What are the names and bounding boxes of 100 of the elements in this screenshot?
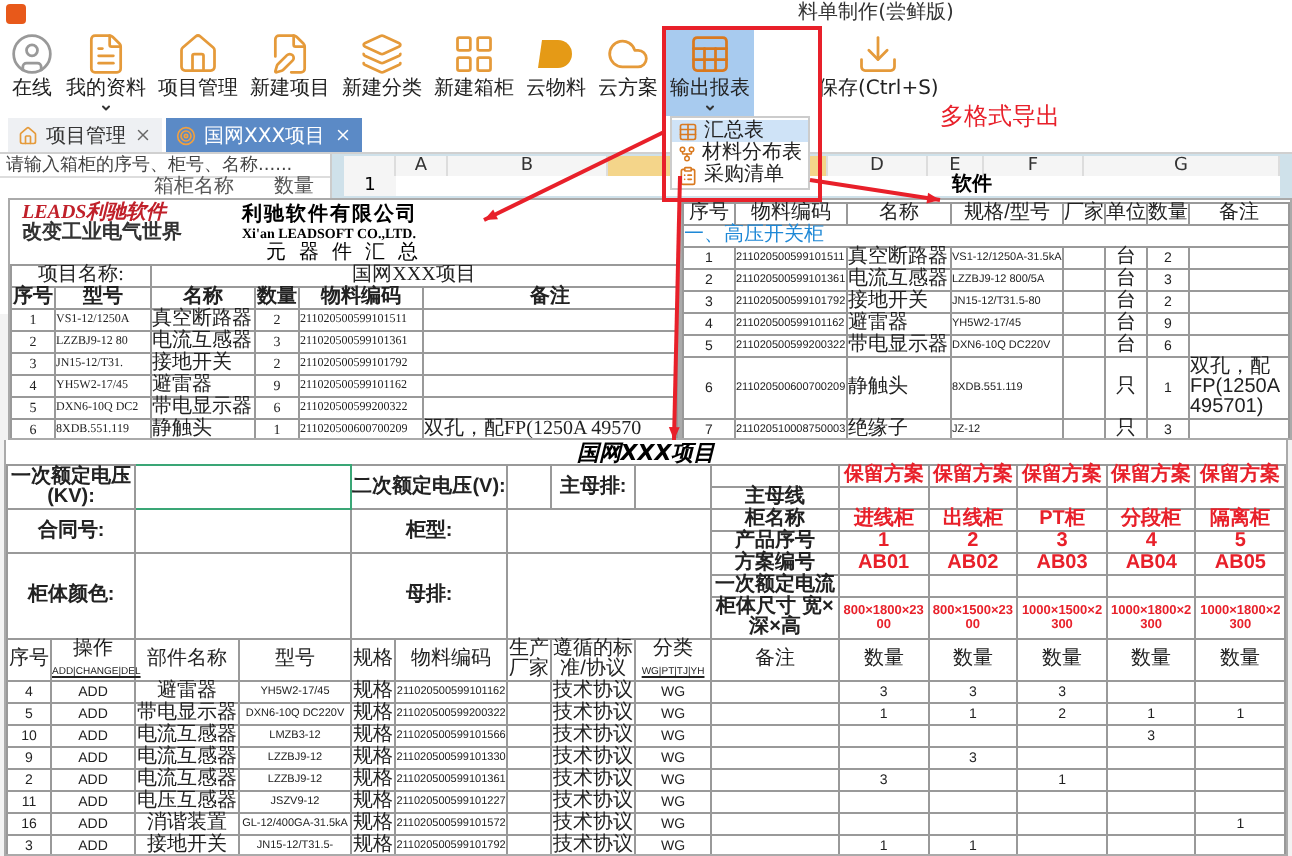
section-label: 一、高压开关柜 (683, 225, 1289, 247)
table-cell: 带电显示器 (847, 335, 951, 357)
column-header: 数量 (928, 639, 1018, 681)
file-edit-icon (268, 32, 312, 76)
table-cell: 保留方案 (1017, 465, 1107, 487)
table-cell: 保留方案 (839, 465, 929, 487)
table-cell: 规格 (351, 791, 396, 813)
column-header: 数量 (1017, 639, 1107, 681)
table-cell: 带电显示器 (135, 703, 240, 725)
table-cell: 分段柜 (1106, 509, 1196, 531)
field-label: 二次额定电压(V): (351, 465, 508, 509)
table-cell: 电流互感器 (135, 725, 240, 747)
toolbar-button[interactable]: 云方案 (594, 28, 662, 116)
table-cell: 保留方案 (1106, 465, 1196, 487)
toolbar-button[interactable]: 云物料 (522, 28, 590, 116)
toolbar-button[interactable]: 新建箱柜 (430, 28, 518, 116)
column-header: 型号 (55, 287, 151, 309)
table-cell: 项目名称: (11, 265, 151, 287)
table-cell: 接地开关 (847, 291, 951, 313)
column-header: 备注 (1189, 203, 1289, 225)
column-header: 备注 (711, 639, 840, 681)
column-header: 箱柜名称 (152, 178, 236, 198)
tab[interactable]: 国网XXX项目 (166, 118, 362, 152)
row-label: 柜名称 (711, 509, 840, 531)
annotation-text: 多格式导出 (940, 100, 1060, 134)
table-cell: 电流互感器 (151, 331, 255, 353)
column-header: 备注 (423, 287, 677, 309)
table-cell: 规格 (351, 813, 396, 835)
table-cell: 电流互感器 (135, 769, 240, 791)
field-label: 合同号: (7, 509, 136, 553)
toolbar-button[interactable]: 我的资料 (62, 28, 150, 116)
table-cell: 保留方案 (928, 465, 1018, 487)
clipboard-icon (678, 165, 698, 185)
app-icon (6, 4, 26, 24)
table-cell: 技术协议 (551, 681, 636, 703)
table-cell: 保留方案 (1195, 465, 1285, 487)
table-cell: 规格 (351, 703, 396, 725)
branch-icon (678, 143, 696, 163)
close-icon[interactable] (134, 126, 152, 144)
toolbar-button[interactable]: 输出报表 (666, 28, 754, 116)
field-label: 主母排: (551, 465, 636, 509)
table-cell: 技术协议 (551, 725, 636, 747)
download-icon (856, 32, 901, 76)
table-cell: 2 (928, 531, 1018, 553)
close-icon[interactable] (333, 126, 352, 144)
column-header: 数量 (272, 178, 316, 198)
table-cell: 规格 (351, 747, 396, 769)
column-header: 数量 (1147, 203, 1189, 225)
table-cell: 静触头 (847, 357, 951, 419)
grid-icon (452, 32, 496, 76)
table-cell: 接地开关 (151, 353, 255, 375)
column-header: 厂家 (1063, 203, 1105, 225)
caret-icon (100, 102, 112, 114)
row-label: 方案编号 (711, 553, 840, 575)
column-header: 数量 (1106, 639, 1196, 681)
field-label: 柜体颜色: (7, 553, 136, 639)
target-icon (176, 125, 196, 145)
column-header: 物料编码 (395, 639, 508, 681)
column-header: 数量 (255, 287, 299, 309)
column-header: 数量 (839, 639, 929, 681)
table-cell: 台 (1105, 291, 1147, 313)
cell-text: 软件 (952, 176, 992, 196)
column-header: 序号 (683, 203, 735, 225)
table-cell: 规格 (351, 769, 396, 791)
sheet-title: 国网XXX项目 (574, 442, 718, 464)
menu-item[interactable]: 汇总表 (672, 120, 808, 142)
row-number: 1 (344, 176, 396, 196)
table-cell: 出线柜 (928, 509, 1018, 531)
table-cell: 避雷器 (847, 313, 951, 335)
table-cell: AB03 (1017, 553, 1107, 575)
table-cell: 5 (1195, 531, 1285, 553)
column-header: 物料编码 (735, 203, 847, 225)
table-cell: 带电显示器 (151, 397, 255, 419)
toolbar-button[interactable]: 项目管理 (154, 28, 242, 116)
tab[interactable]: 项目管理 (8, 118, 162, 152)
table-cell: 真空断路器 (151, 309, 255, 331)
user-icon (10, 32, 54, 76)
table-cell: 技术协议 (551, 835, 636, 854)
table-cell: 技术协议 (551, 813, 636, 835)
field-label: 母排: (351, 553, 508, 639)
toolbar-button[interactable]: 新建分类 (338, 28, 426, 116)
layers-icon (360, 32, 404, 76)
table-cell: 电流互感器 (135, 747, 240, 769)
table-cell: 双孔，配FP(1250A 495701) (1189, 357, 1289, 419)
spreadsheet-icon (688, 32, 732, 76)
toolbar-button[interactable]: 新建项目 (246, 28, 334, 116)
arrow (809, 178, 941, 204)
table-cell: 电流互感器 (847, 269, 951, 291)
column-header: 规格 (351, 639, 396, 681)
column-header: 单位 (1105, 203, 1147, 225)
search-field[interactable]: 请输入箱柜的序号、柜号、名称...... (0, 154, 330, 178)
table-cell: 规格 (351, 681, 396, 703)
toolbar-button[interactable]: 在线 (6, 28, 58, 116)
table-cell: 1 (839, 531, 929, 553)
table-cell: 台 (1105, 247, 1147, 269)
field-label: 一次额定电压(KV): (7, 465, 136, 509)
table-cell: 技术协议 (551, 703, 636, 725)
table-cell: PT柜 (1017, 509, 1107, 531)
column-header: 序号 (7, 639, 51, 681)
table-cell: 台 (1105, 313, 1147, 335)
